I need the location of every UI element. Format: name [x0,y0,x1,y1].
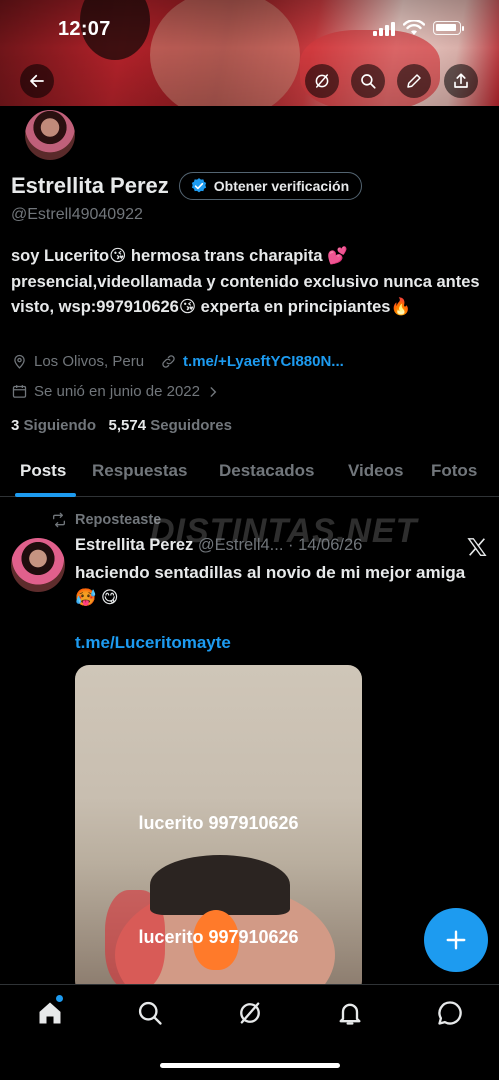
grok-icon[interactable] [236,999,264,1027]
edit-button[interactable] [397,64,431,98]
back-button[interactable] [20,64,54,98]
following-link[interactable]: 3 Siguiendo [11,417,96,434]
pencil-icon [407,74,421,88]
compose-post-button[interactable] [424,908,488,972]
status-time: 12:07 [58,18,111,40]
tab-highlights[interactable]: Destacados [219,461,314,481]
profile-meta-row: Los Olivos, Peru t.me/+LyaeftYCI880N... [11,353,344,370]
notification-dot [56,995,63,1002]
plus-icon [446,930,466,950]
wifi-icon [403,20,425,35]
search-button[interactable] [351,64,385,98]
signal-icon [373,20,395,36]
chevron-right-icon [210,386,217,397]
status-bar: 12:07 [0,0,499,56]
grok-button[interactable] [305,64,339,98]
media-watermark-bottom: lucerito 997910626 [138,927,299,947]
home-indicator [160,1063,340,1068]
followers-label: Seguidores [150,417,232,434]
x-logo-icon [467,538,487,556]
calendar-icon [12,385,27,398]
tab-videos[interactable]: Videos [348,461,403,481]
follow-counts: 3 Siguiendo 5,574 Seguidores [11,417,232,434]
post-date: · 14/06/26 [288,536,363,554]
media-watermark-top: lucerito 997910626 [138,813,299,833]
post-header[interactable]: Estrellita Perez @Estrell4... · 14/06/26 [75,536,362,555]
post-author-handle: @Estrell4... [197,536,284,554]
battery-icon [433,21,464,35]
share-icon [454,73,468,88]
profile-location: Los Olivos, Peru [34,353,145,370]
profile-handle: @Estrell49040922 [11,206,143,223]
profile-bio: soy Lucerito😘 hermosa trans charapita 💕 … [11,247,480,316]
arrow-left-icon [30,74,44,88]
status-icons [373,20,464,36]
active-tab-indicator [15,493,76,497]
share-button[interactable] [444,64,478,98]
profile-name-row: Estrellita Perez Obtener verificación [11,172,363,200]
search-icon [361,74,376,89]
messages-icon[interactable] [436,999,464,1027]
location-pin-icon [14,354,25,369]
post-text: haciendo sentadillas al novio de mi mejo… [75,563,466,607]
tab-replies[interactable]: Respuestas [92,461,187,481]
tab-posts[interactable]: Posts [20,461,66,481]
post-author-name: Estrellita Perez [75,536,194,554]
repost-icon [53,512,65,528]
get-verified-button[interactable]: Obtener verificación [178,172,363,200]
profile-tabs: Posts Respuestas Destacados Videos Fotos [0,450,499,497]
home-icon[interactable] [36,999,64,1027]
link-icon [162,355,175,368]
profile-joined: Se unió en junio de 2022 [34,383,200,400]
followers-link[interactable]: 5,574 Seguidores [109,417,232,434]
followers-count: 5,574 [108,417,147,434]
search-icon[interactable] [136,999,164,1027]
repost-label: Reposteaste [75,512,162,528]
post-media-image[interactable]: lucerito 997910626 lucerito 997910626 [75,665,362,995]
following-label: Siguiendo [23,417,97,434]
profile-link[interactable]: t.me/+LyaeftYCI880N... [183,353,344,370]
repost-indicator: Reposteaste [51,512,161,528]
following-count: 3 [11,417,20,434]
tab-photos[interactable]: Fotos [431,461,477,481]
display-name: Estrellita Perez [11,173,169,198]
profile-joined-row[interactable]: Se unió en junio de 2022 [11,383,220,400]
post-author-avatar[interactable] [11,538,65,592]
grok-icon [315,74,329,88]
bell-icon[interactable] [336,999,364,1027]
verified-badge-icon [191,178,206,193]
profile-avatar[interactable] [22,107,78,163]
get-verified-label: Obtener verificación [213,178,350,194]
post-link[interactable]: t.me/Luceritomayte [75,633,231,653]
